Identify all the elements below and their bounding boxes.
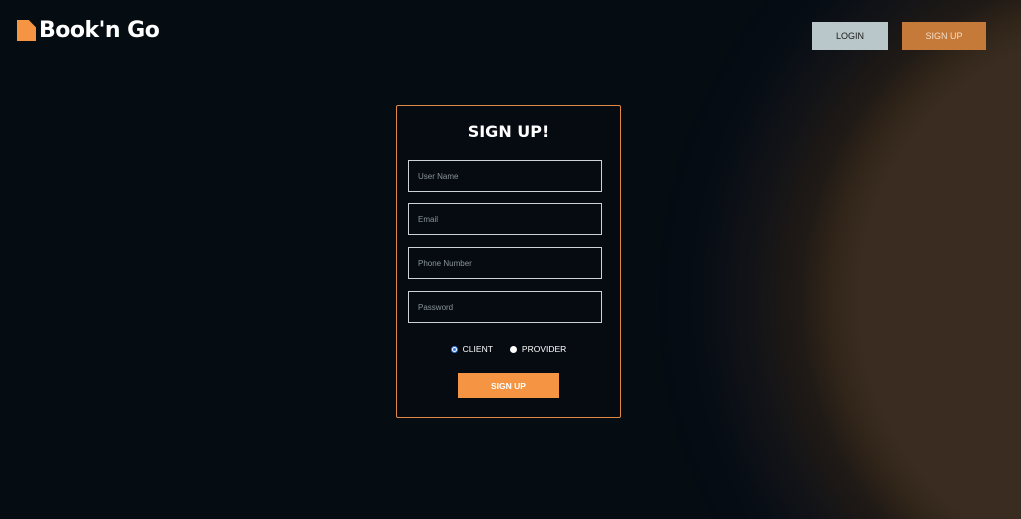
username-input[interactable] xyxy=(408,160,602,192)
brand-logo[interactable]: Book'n Go xyxy=(17,18,160,43)
provider-radio[interactable] xyxy=(509,345,517,353)
login-button[interactable]: LOGIN xyxy=(812,22,888,50)
phone-input[interactable] xyxy=(408,247,602,279)
password-input[interactable] xyxy=(408,291,602,323)
brand-name: Book'n Go xyxy=(39,18,160,43)
signup-submit-button[interactable]: SIGN UP xyxy=(458,373,559,398)
client-radio[interactable] xyxy=(450,345,458,353)
provider-label: PROVIDER xyxy=(521,344,567,354)
form-title: SIGN UP! xyxy=(467,122,550,141)
role-client-option[interactable]: CLIENT xyxy=(450,344,493,354)
client-label: CLIENT xyxy=(462,344,493,354)
email-input[interactable] xyxy=(408,203,602,235)
role-selector: CLIENT PROVIDER xyxy=(397,344,620,354)
signup-form: SIGN UP! CLIENT PROVIDER SIGN UP xyxy=(396,105,621,418)
role-provider-option[interactable]: PROVIDER xyxy=(509,344,567,354)
signup-nav-button[interactable]: SIGN UP xyxy=(902,22,986,50)
logo-mark-icon xyxy=(17,19,36,42)
